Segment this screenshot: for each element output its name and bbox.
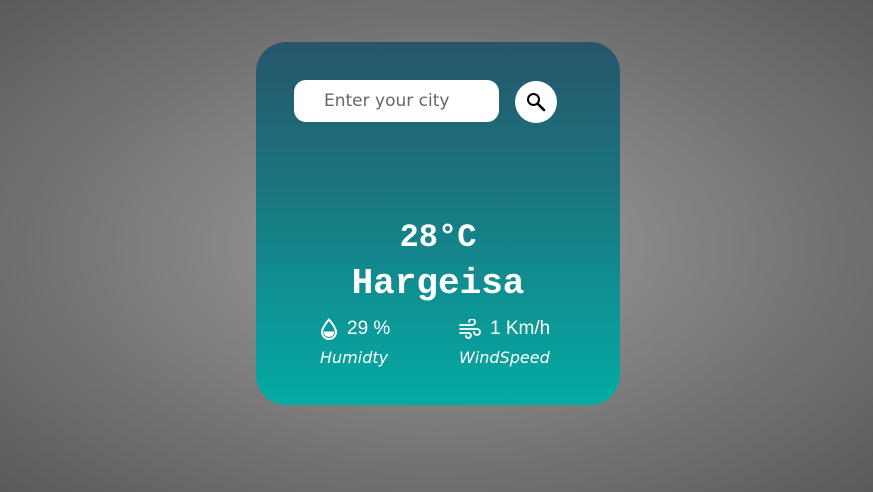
- search-icon: [526, 92, 546, 112]
- weather-card: 28°C Hargeisa 29 % Humidty 1 Km/h: [256, 42, 620, 405]
- wind-label: WindSpeed: [459, 348, 550, 367]
- search-button[interactable]: [515, 81, 557, 123]
- wind-row: 1 Km/h: [459, 316, 550, 342]
- humidity-value: 29 %: [347, 318, 391, 339]
- city-name: Hargeisa: [351, 263, 525, 304]
- wind-panel: 1 Km/h WindSpeed: [459, 316, 550, 367]
- humidity-label: Humidty: [320, 348, 389, 367]
- wind-icon: [459, 319, 481, 339]
- city-search-input[interactable]: [294, 80, 499, 122]
- humidity-row: 29 %: [320, 316, 390, 342]
- water-drop-icon: [320, 318, 338, 340]
- humidity-panel: 29 % Humidty: [320, 316, 390, 367]
- temperature: 28°C: [399, 219, 477, 256]
- wind-value: 1 Km/h: [490, 318, 551, 339]
